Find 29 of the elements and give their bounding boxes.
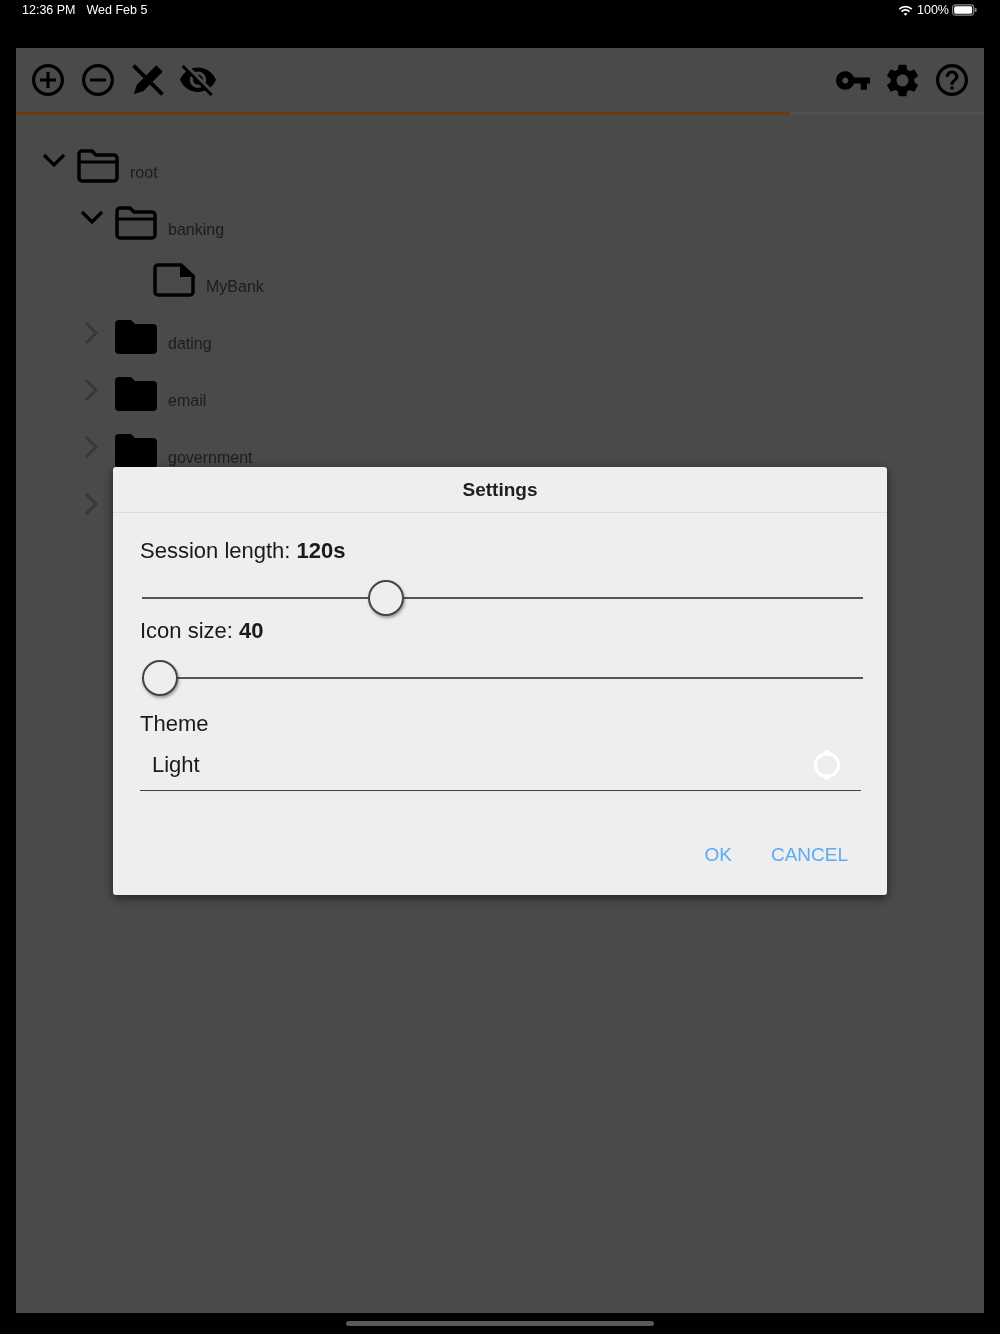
status-time: 12:36 PM [22, 3, 76, 17]
battery-icon [952, 4, 977, 16]
help-icon[interactable] [936, 64, 968, 96]
slider-label: Session length: 120s [140, 539, 346, 563]
status-date: Wed Feb 5 [86, 3, 148, 17]
theme-label: Theme [140, 712, 209, 736]
chevron-down-icon[interactable] [42, 153, 66, 168]
theme-dropdown[interactable]: Light [140, 740, 861, 791]
folder-icon [115, 434, 157, 468]
battery-percent: 100% [917, 3, 949, 17]
file-icon [153, 263, 195, 297]
slider-track[interactable] [142, 660, 863, 696]
slider-label: Icon size: 40 [140, 619, 264, 643]
chevron-down-icon[interactable] [80, 210, 104, 225]
slider-thumb[interactable] [368, 580, 405, 616]
folder-icon [115, 320, 157, 354]
folder-icon [115, 377, 157, 411]
folder-outline-icon [77, 149, 119, 183]
settings-icon[interactable] [887, 63, 918, 97]
dialog-title: Settings [462, 478, 538, 501]
slider-track[interactable] [142, 580, 863, 616]
ok-button[interactable]: OK [696, 835, 740, 875]
crossed-pencil-icon[interactable] [132, 64, 164, 96]
key-icon[interactable] [836, 70, 870, 90]
eye-slash-icon[interactable] [180, 64, 216, 96]
cancel-button[interactable]: CANCEL [762, 835, 856, 875]
folder-outline-icon [115, 206, 157, 240]
wifi-icon [898, 4, 913, 16]
slider-thumb[interactable] [142, 660, 178, 696]
